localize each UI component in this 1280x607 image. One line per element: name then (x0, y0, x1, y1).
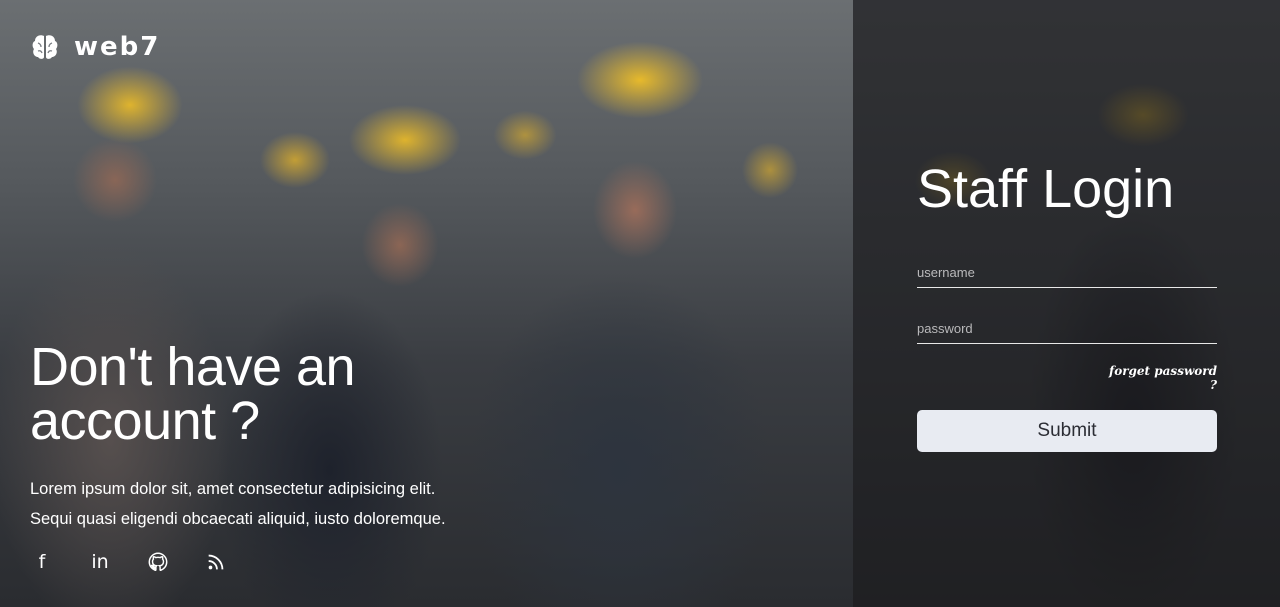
username-input[interactable] (917, 257, 1217, 288)
github-link[interactable] (146, 550, 170, 574)
brand[interactable]: web7 (30, 32, 160, 62)
brand-name: web7 (74, 32, 161, 62)
rss-icon (208, 554, 224, 570)
github-icon (148, 552, 168, 571)
login-title: Staff Login (917, 159, 1175, 219)
forget-password-link[interactable]: forget password ? (1100, 364, 1217, 392)
hero-description: Lorem ipsum dolor sit, amet consectetur … (30, 480, 446, 528)
linkedin-link[interactable]: in (88, 550, 112, 574)
facebook-link[interactable]: f (30, 550, 54, 574)
login-page: web7 Don't have an account ? Lorem ipsum… (0, 0, 1280, 607)
submit-button[interactable]: Submit (917, 410, 1217, 452)
hero-title: Don't have an account ? (30, 337, 356, 451)
facebook-icon: f (38, 551, 46, 573)
linkedin-icon: in (91, 551, 109, 573)
social-links: f in (30, 550, 228, 574)
brain-icon (32, 35, 58, 59)
login-panel-overlay (853, 0, 1280, 607)
password-input[interactable] (917, 313, 1217, 344)
rss-link[interactable] (204, 550, 228, 574)
